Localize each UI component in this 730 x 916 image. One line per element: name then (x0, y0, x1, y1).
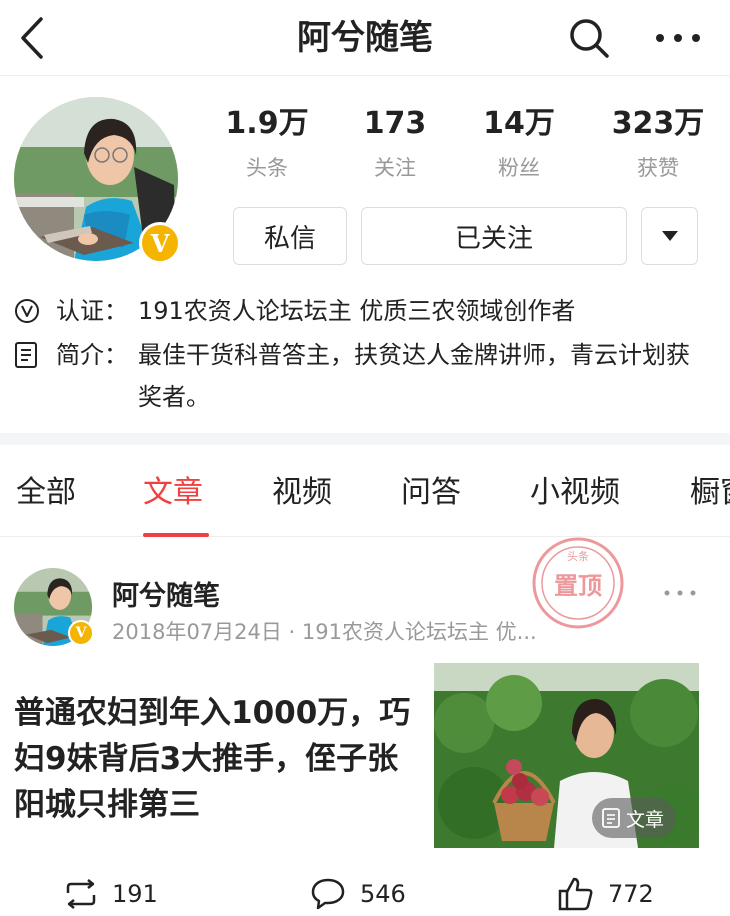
stat-value: 1.9万 (225, 106, 309, 141)
stat-followers[interactable]: 14万 粉丝 (459, 104, 579, 182)
like-button[interactable]: 772 (558, 872, 654, 916)
stat-label: 获赞 (637, 156, 679, 180)
thumbnail-tag-label: 文章 (626, 808, 665, 831)
stamp-text: 置顶 (554, 572, 602, 600)
post-author-name[interactable]: 阿兮随笔 (112, 574, 220, 613)
comment-count: 546 (360, 880, 406, 908)
top-nav-bar: 阿兮随笔 (0, 0, 730, 76)
tab-qa[interactable]: 问答 (401, 467, 461, 511)
certification-text: 191农资人论坛坛主 优质三农领域创作者 (138, 297, 576, 325)
dropdown-button[interactable] (641, 207, 698, 265)
stat-following[interactable]: 173 关注 (335, 104, 455, 182)
thumbnail-type-tag: 文章 (592, 798, 677, 838)
stat-likes[interactable]: 323万 获赞 (598, 104, 718, 182)
post-more-button[interactable] (652, 578, 708, 608)
follow-button[interactable]: 已关注 (361, 207, 627, 265)
more-dots-icon (664, 590, 696, 596)
stat-value: 323万 (611, 106, 705, 141)
post-title[interactable]: 普通农妇到年入1000万，巧妇9妹背后3大推手，侄子张阳城只排第三 (14, 690, 414, 828)
comment-button[interactable]: 546 (310, 872, 406, 916)
content-tabs: 全部 文章 视频 问答 小视频 橱窗 (0, 445, 730, 537)
stat-label: 头条 (246, 156, 288, 180)
stat-label: 关注 (374, 156, 416, 180)
stat-label: 粉丝 (498, 156, 540, 180)
document-icon (14, 334, 42, 376)
repost-icon (66, 879, 96, 909)
post-meta: 2018年07月24日 · 191农资人论坛坛主 优... (112, 620, 537, 644)
tab-short-videos[interactable]: 小视频 (530, 467, 620, 511)
intro-text: 最佳干货科普答主，扶贫达人金牌讲师，青云计划获奖者。 (138, 341, 690, 411)
stat-articles[interactable]: 1.9万 头条 (207, 104, 327, 182)
intro-row: 简介： 最佳干货科普答主，扶贫达人金牌讲师，青云计划获奖者。 (14, 334, 704, 418)
comment-icon (311, 878, 345, 910)
more-dots-icon (656, 34, 700, 42)
verified-circle-icon (14, 290, 42, 332)
stamp-subtext: 头条 (567, 549, 589, 563)
more-button[interactable] (646, 12, 710, 64)
post-verified-badge-icon: V (68, 620, 94, 646)
caret-down-icon (661, 231, 678, 241)
section-divider (0, 433, 730, 445)
tab-all[interactable]: 全部 (16, 467, 76, 511)
document-icon (602, 808, 620, 828)
search-icon (570, 19, 609, 58)
pinned-stamp-icon: 头条 置顶 (532, 537, 624, 629)
search-button[interactable] (562, 12, 616, 64)
stat-value: 173 (363, 106, 427, 141)
tab-videos[interactable]: 视频 (272, 467, 332, 511)
certification-row: 认证： 191农资人论坛坛主 优质三农领域创作者 (14, 290, 575, 332)
tab-showcase[interactable]: 橱窗 (690, 467, 730, 511)
stat-value: 14万 (483, 106, 555, 141)
message-button[interactable]: 私信 (233, 207, 347, 265)
verified-badge-icon: V (139, 222, 181, 264)
page-title: 阿兮随笔 (297, 18, 433, 58)
thumbs-up-icon (558, 877, 593, 911)
share-count: 191 (112, 880, 158, 908)
share-button[interactable]: 191 (64, 872, 158, 916)
active-tab-indicator (143, 533, 209, 537)
tab-articles[interactable]: 文章 (143, 467, 203, 511)
certification-label: 认证： (56, 297, 128, 325)
intro-label: 简介： (56, 341, 128, 369)
like-count: 772 (608, 880, 654, 908)
